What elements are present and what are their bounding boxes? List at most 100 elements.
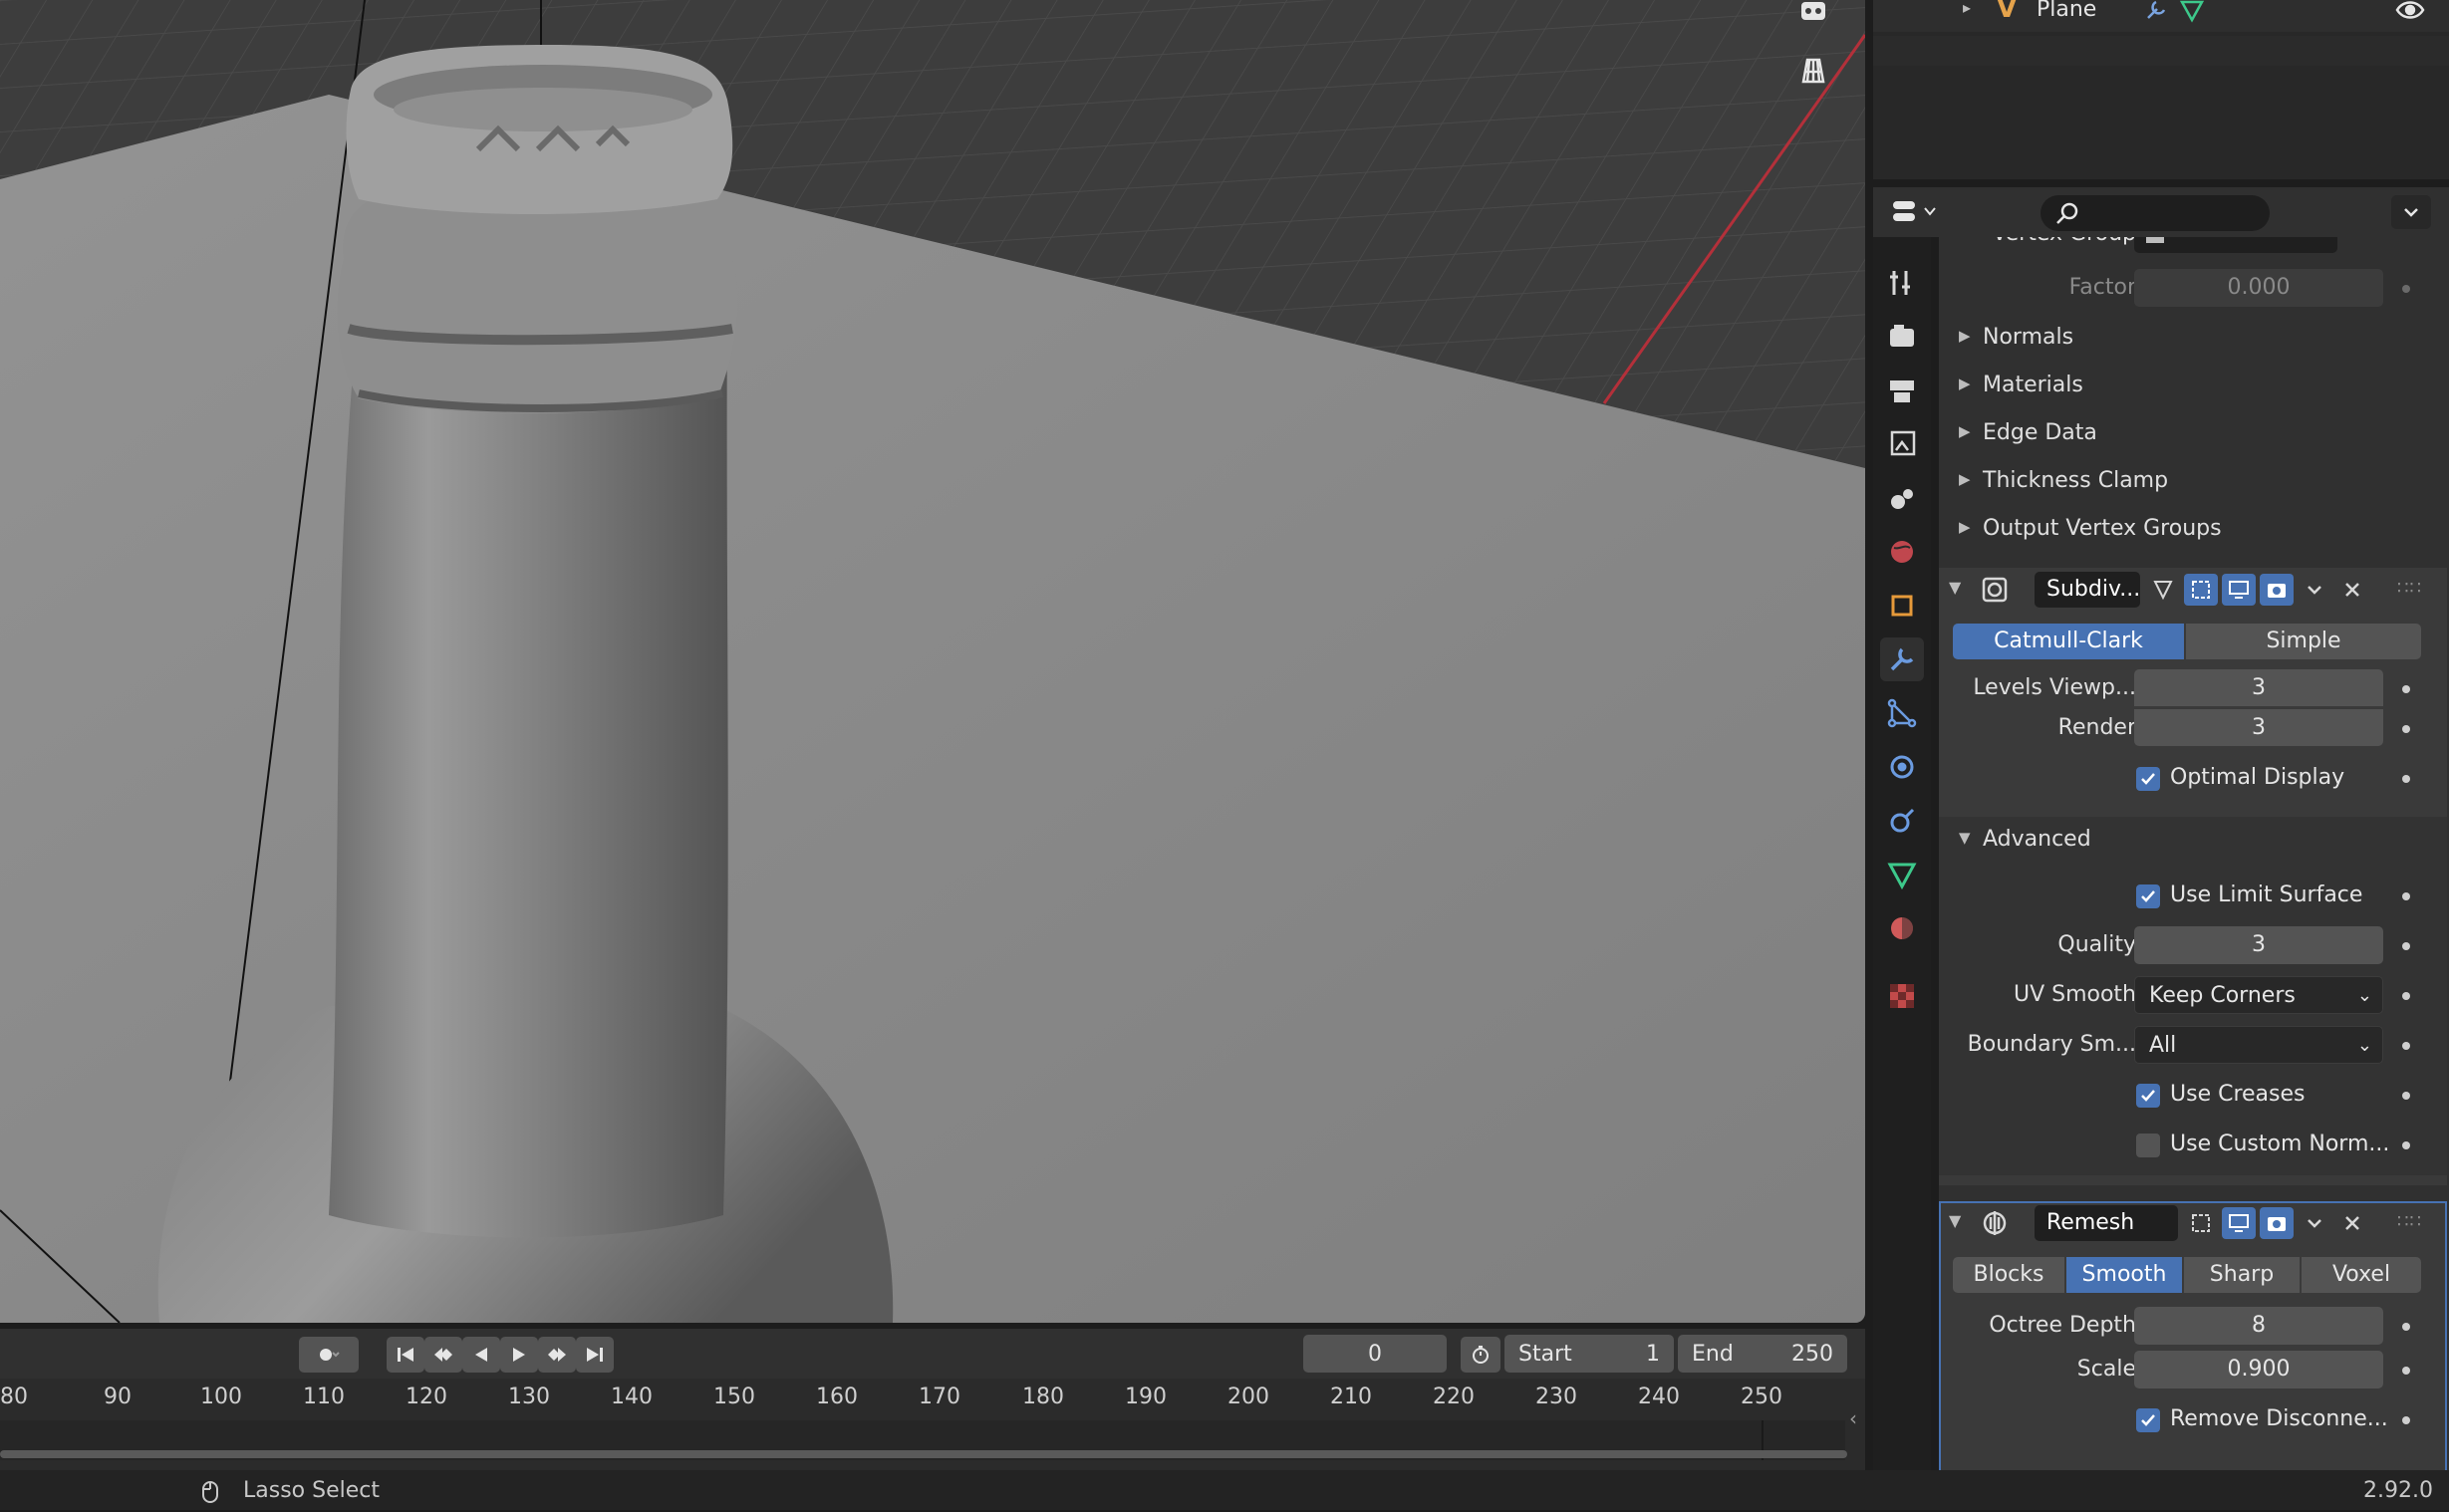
use-creases-checkbox[interactable] xyxy=(2136,1084,2160,1108)
animate-dot-icon[interactable] xyxy=(2402,1367,2410,1375)
octree-depth-field[interactable]: 8 xyxy=(2134,1307,2383,1345)
subpanel-output-vertex-groups[interactable]: ▶ Output Vertex Groups xyxy=(1939,508,2449,552)
use-limit-surface-row[interactable]: Use Limit Surface xyxy=(1939,875,2449,918)
modifier-properties[interactable]: Vertex Group ⇔ Factor 0.000 ▶ Normals ▶ Ma… xyxy=(1939,237,2449,1470)
remove-disconnected-row[interactable]: Remove Disconne... xyxy=(1939,1398,2449,1442)
animate-dot-icon[interactable] xyxy=(2402,285,2410,293)
jump-prev-keyframe-icon[interactable] xyxy=(424,1337,462,1373)
use-limit-surface-checkbox[interactable] xyxy=(2136,884,2160,908)
animate-dot-icon[interactable] xyxy=(2402,942,2410,950)
physics-tab-icon[interactable] xyxy=(1880,745,1924,789)
subdivision-header[interactable]: ▼ Subdiv... ∷∷ xyxy=(1939,568,2447,612)
remove-disconnected-checkbox[interactable] xyxy=(2136,1408,2160,1432)
play-icon[interactable] xyxy=(500,1337,538,1373)
edit-cage-icon[interactable] xyxy=(2146,574,2180,606)
mode-voxel[interactable]: Voxel xyxy=(2302,1257,2421,1293)
optimal-display-checkbox[interactable] xyxy=(2136,767,2160,791)
invert-arrows-icon[interactable]: ⇔ xyxy=(2347,237,2365,244)
constraints-tab-icon[interactable] xyxy=(1880,799,1924,843)
render-tab-icon[interactable] xyxy=(1880,315,1924,359)
advanced-header[interactable]: ▼ Advanced xyxy=(1939,817,2449,861)
vertex-group-field[interactable] xyxy=(2134,237,2337,253)
subpanel-edge-data[interactable]: ▶ Edge Data xyxy=(1939,412,2449,456)
output-tab-icon[interactable] xyxy=(1880,369,1924,412)
mode-simple[interactable]: Simple xyxy=(2186,624,2421,659)
jump-start-icon[interactable] xyxy=(387,1337,424,1373)
animate-dot-icon[interactable] xyxy=(2402,725,2410,733)
render-camera-icon[interactable] xyxy=(2260,1207,2294,1239)
texture-tab-icon[interactable] xyxy=(1880,974,1924,1018)
timeline-scrollbar[interactable] xyxy=(0,1450,1847,1458)
timeline-editor[interactable]: 0 Start 1 End 250 80 90 100 110 120 130 … xyxy=(0,1329,1865,1470)
subpanel-materials[interactable]: ▶ Materials xyxy=(1939,365,2449,408)
outliner-row-plane[interactable]: ▸ V Plane xyxy=(1873,0,2449,32)
data-tab-icon[interactable] xyxy=(1880,853,1924,896)
mode-smooth[interactable]: Smooth xyxy=(2066,1257,2182,1293)
viewport-display-icon[interactable] xyxy=(2222,574,2256,606)
use-custom-normals-checkbox[interactable] xyxy=(2136,1134,2160,1157)
options-dropdown-button[interactable] xyxy=(2391,195,2431,229)
jump-end-icon[interactable] xyxy=(576,1337,614,1373)
panel-collapse-icon[interactable]: ▼ xyxy=(1949,578,1961,597)
stopwatch-icon[interactable] xyxy=(1461,1337,1500,1373)
object-tab-icon[interactable] xyxy=(1880,584,1924,628)
animate-dot-icon[interactable] xyxy=(2402,1323,2410,1331)
mode-catmull-clark[interactable]: Catmull-Clark xyxy=(1953,624,2184,659)
current-frame-field[interactable]: 0 xyxy=(1303,1335,1447,1373)
perspective-grid-icon[interactable] xyxy=(1793,50,1833,90)
quality-field[interactable]: 3 xyxy=(2134,926,2383,964)
remesh-name-field[interactable]: Remesh xyxy=(2035,1205,2178,1241)
collapse-arrow-icon[interactable]: ‹ xyxy=(1849,1406,1857,1430)
modifier-menu-chevron-icon[interactable] xyxy=(2298,1207,2331,1239)
remove-modifier-close-icon[interactable] xyxy=(2335,1207,2369,1239)
subdivision-name-field[interactable]: Subdiv... xyxy=(2035,572,2140,608)
subpanel-normals[interactable]: ▶ Normals xyxy=(1939,317,2449,361)
factor-field[interactable]: 0.000 xyxy=(2134,269,2383,307)
use-creases-row[interactable]: Use Creases xyxy=(1939,1074,2449,1118)
tool-tab-icon[interactable] xyxy=(1880,261,1924,305)
animate-dot-icon[interactable] xyxy=(2402,685,2410,693)
properties-search-input[interactable] xyxy=(2041,195,2270,231)
scene-tab-icon[interactable] xyxy=(1880,476,1924,520)
material-tab-icon[interactable] xyxy=(1880,906,1924,950)
render-camera-icon[interactable] xyxy=(2260,574,2294,606)
levels-viewport-field[interactable]: 3 xyxy=(2134,669,2383,706)
drag-handle-icon[interactable]: ∷∷ xyxy=(2397,578,2422,599)
render-levels-field[interactable]: 3 xyxy=(2134,709,2383,746)
panel-collapse-icon[interactable]: ▼ xyxy=(1949,1211,1961,1230)
animate-dot-icon[interactable] xyxy=(2402,1092,2410,1100)
view-layer-tab-icon[interactable] xyxy=(1880,422,1924,466)
play-reverse-icon[interactable] xyxy=(462,1337,500,1373)
edit-mode-icon[interactable] xyxy=(2184,574,2218,606)
frame-ruler[interactable]: 80 90 100 110 120 130 140 150 160 170 18… xyxy=(0,1385,1865,1424)
animate-dot-icon[interactable] xyxy=(2402,1141,2410,1149)
uv-smooth-dropdown[interactable]: Keep Corners ⌄ xyxy=(2134,976,2383,1014)
optimal-display-row[interactable]: Optimal Display xyxy=(1939,757,2449,801)
animate-dot-icon[interactable] xyxy=(2402,892,2410,900)
animate-dot-icon[interactable] xyxy=(2402,1042,2410,1050)
animate-dot-icon[interactable] xyxy=(2402,1416,2410,1424)
drag-handle-icon[interactable]: ∷∷ xyxy=(2397,1211,2422,1232)
mode-blocks[interactable]: Blocks xyxy=(1953,1257,2064,1293)
animate-dot-icon[interactable] xyxy=(2402,775,2410,783)
keyframe-record-button[interactable] xyxy=(299,1337,359,1373)
3d-viewport[interactable] xyxy=(0,0,1865,1323)
modifier-wrench-icon[interactable] xyxy=(2142,0,2170,28)
outliner[interactable]: ▸ V Plane xyxy=(1873,0,2449,179)
jump-next-keyframe-icon[interactable] xyxy=(538,1337,576,1373)
boundary-smooth-dropdown[interactable]: All ⌄ xyxy=(2134,1026,2383,1064)
world-tab-icon[interactable] xyxy=(1880,530,1924,574)
camera-view-icon[interactable] xyxy=(1793,0,1833,30)
animate-dot-icon[interactable] xyxy=(2402,992,2410,1000)
subpanel-thickness-clamp[interactable]: ▶ Thickness Clamp xyxy=(1939,460,2449,504)
remove-modifier-close-icon[interactable] xyxy=(2335,574,2369,606)
mode-sharp[interactable]: Sharp xyxy=(2184,1257,2300,1293)
modifier-menu-chevron-icon[interactable] xyxy=(2298,574,2331,606)
start-frame-field[interactable]: Start 1 xyxy=(1504,1335,1674,1373)
modifier-tab-icon[interactable] xyxy=(1880,637,1924,681)
visibility-eye-icon[interactable] xyxy=(2395,0,2425,28)
use-custom-normals-row[interactable]: Use Custom Norm... xyxy=(1939,1124,2449,1167)
mesh-data-icon[interactable] xyxy=(2178,0,2206,28)
remesh-header[interactable]: ▼ Remesh ∷∷ xyxy=(1939,1201,2447,1245)
scale-field[interactable]: 0.900 xyxy=(2134,1351,2383,1388)
